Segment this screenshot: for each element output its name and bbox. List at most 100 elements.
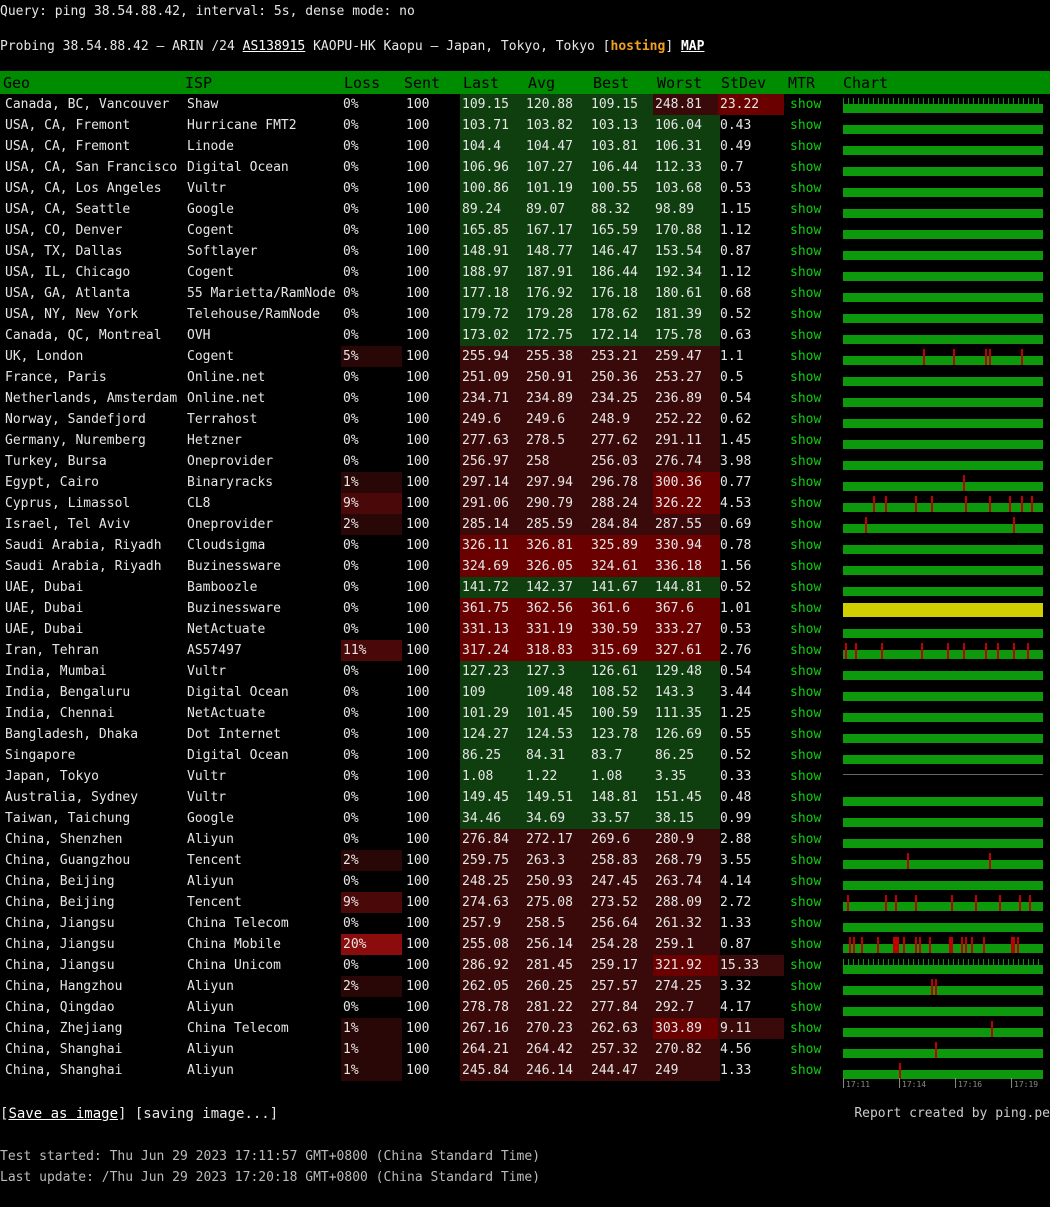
mtr-show-link[interactable]: show [788,892,840,913]
mtr-show-link[interactable]: show [788,493,840,514]
mtr-show-link[interactable]: show [788,199,840,220]
mtr-show-link[interactable]: show [788,997,840,1018]
cell-last: 1.08 [460,766,526,787]
cell-worst: 280.9 [653,829,720,850]
mtr-show-link[interactable]: show [788,262,840,283]
cell-loss: 0% [343,391,359,406]
mtr-show-link[interactable]: show [788,283,840,304]
packet-loss-mark [893,937,895,953]
cell-loss: 0% [343,664,359,679]
cell-geo: UAE, Dubai [5,622,84,637]
sparkline-bar [843,251,1043,260]
asn-link[interactable]: AS138915 [243,39,306,54]
sparkline-bar [843,839,1043,848]
cell-avg: 272.17 [524,829,591,850]
table-row: China, Shenzhen Aliyun 0% 100 276.84 272.17 26… [0,829,1050,850]
chart-time-axis: 17:11 17:14 17:16 17:19 [843,1078,1043,1092]
mtr-show-link[interactable]: show [788,136,840,157]
mtr-show-link[interactable]: show [788,178,840,199]
cell-avg: 149.51 [524,787,591,808]
mtr-show-link[interactable]: show [788,157,840,178]
cell-sent: 100 [406,286,430,301]
table-row: Turkey, Bursa Oneprovider 0% 100 256.97 258 25… [0,451,1050,472]
mtr-show-link[interactable]: show [788,808,840,829]
table-row: China, Zhejiang China Telecom 1% 100 267.16 2… [0,1018,1050,1039]
mtr-show-link[interactable]: show [788,619,840,640]
cell-stdev: 3.32 [720,979,752,994]
cell-worst: 181.39 [653,304,720,325]
mtr-show-link[interactable]: show [788,976,840,997]
mtr-show-link[interactable]: show [788,346,840,367]
mtr-show-link[interactable]: show [788,766,840,787]
mtr-show-link[interactable]: show [788,1018,840,1039]
packet-loss-mark [881,643,883,659]
mtr-show-link[interactable]: show [788,598,840,619]
mtr-show-link[interactable]: show [788,1039,840,1060]
sparkline-spike [1018,959,1019,965]
mtr-show-link[interactable]: show [788,514,840,535]
mtr-show-link[interactable]: show [788,661,840,682]
cell-last: 262.05 [460,976,526,997]
cell-geo: China, Jiangsu [5,958,115,973]
cell-last: 141.72 [460,577,526,598]
mtr-show-link[interactable]: show [788,955,840,976]
cell-worst: 143.3 [653,682,720,703]
map-link[interactable]: MAP [681,39,704,54]
cell-geo: UK, London [5,349,84,364]
cell-last: 324.69 [460,556,526,577]
mtr-show-link[interactable]: show [788,1060,840,1081]
cell-worst: 112.33 [653,157,720,178]
mtr-show-link[interactable]: show [788,115,840,136]
mtr-show-link[interactable]: show [788,535,840,556]
cell-stdev: 0.52 [720,748,752,763]
sparkline-bar [843,671,1043,680]
latency-sparkline [843,496,1043,512]
latency-sparkline [843,125,1043,134]
cell-sent: 100 [406,202,430,217]
cell-worst: 276.74 [653,451,720,472]
mtr-show-link[interactable]: show [788,577,840,598]
latency-sparkline [843,349,1043,365]
mtr-show-link[interactable]: show [788,787,840,808]
cell-stdev: 0.99 [720,811,752,826]
mtr-show-link[interactable]: show [788,871,840,892]
latency-sparkline [843,293,1043,302]
table-row: Iran, Tehran AS57497 11% 100 317.24 318.83 315… [0,640,1050,661]
cell-avg: 281.45 [524,955,591,976]
cell-isp: China Telecom [187,1021,289,1036]
header-geo: Geo [3,74,31,92]
sparkline-spike [908,98,909,104]
mtr-show-link[interactable]: show [788,388,840,409]
mtr-show-link[interactable]: show [788,745,840,766]
mtr-show-link[interactable]: show [788,703,840,724]
mtr-show-link[interactable]: show [788,94,840,115]
mtr-show-link[interactable]: show [788,430,840,451]
cell-isp: Aliyun [187,979,234,994]
mtr-show-link[interactable]: show [788,325,840,346]
cell-worst: 268.79 [653,850,720,871]
mtr-show-link[interactable]: show [788,367,840,388]
cell-best: 288.24 [589,493,655,514]
mtr-show-link[interactable]: show [788,451,840,472]
mtr-show-link[interactable]: show [788,304,840,325]
latency-sparkline [843,603,1043,617]
latency-sparkline [843,643,1043,659]
mtr-show-link[interactable]: show [788,913,840,934]
mtr-show-link[interactable]: show [788,241,840,262]
mtr-show-link[interactable]: show [788,724,840,745]
mtr-show-link[interactable]: show [788,934,840,955]
mtr-show-link[interactable]: show [788,682,840,703]
mtr-show-link[interactable]: show [788,409,840,430]
mtr-show-link[interactable]: show [788,556,840,577]
mtr-show-link[interactable]: show [788,220,840,241]
mtr-show-link[interactable]: show [788,640,840,661]
cell-last: 331.13 [460,619,526,640]
mtr-show-link[interactable]: show [788,850,840,871]
save-as-image-link[interactable]: Save as image [8,1106,118,1122]
cell-isp: Google [187,202,234,217]
cell-stdev: 1.25 [720,706,752,721]
cell-loss: 9% [341,493,402,514]
sparkline-spike [1033,98,1034,104]
mtr-show-link[interactable]: show [788,829,840,850]
mtr-show-link[interactable]: show [788,472,840,493]
